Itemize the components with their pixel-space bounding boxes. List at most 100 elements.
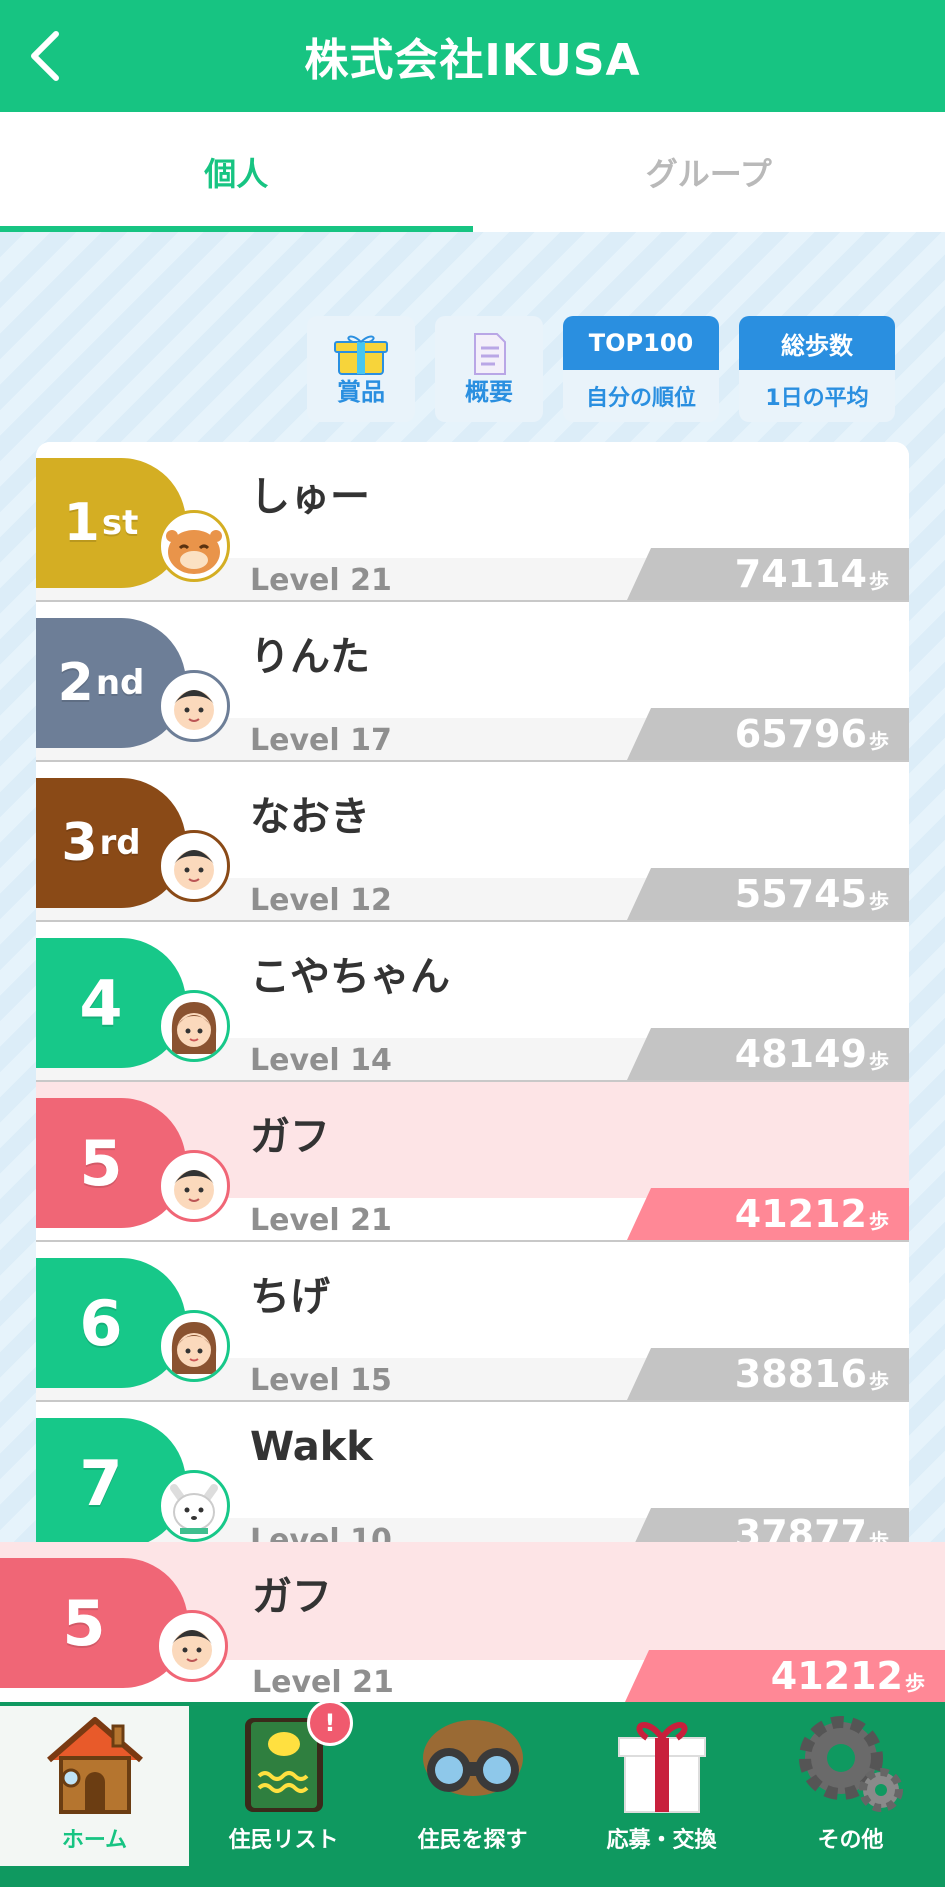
steps-unit: 歩 (869, 1208, 889, 1233)
action-button-row: 賞品 概要 TOP100 自分の順位 総歩数 1日の平均 (307, 316, 895, 422)
chevron-left-icon (31, 31, 59, 81)
steps-unit: 歩 (869, 1368, 889, 1393)
overview-button[interactable]: 概要 (435, 316, 543, 422)
avatar (158, 990, 230, 1062)
tab-group[interactable]: グループ (473, 112, 945, 232)
player-name: ちげ (250, 1274, 330, 1320)
steps-value: 74114 (734, 552, 867, 596)
nav-label: 応募・交換 (606, 1828, 717, 1853)
rank-number: 4 (79, 966, 123, 1040)
player-level: Level 10 (250, 1523, 392, 1542)
steps-value: 41212 (770, 1654, 903, 1698)
ranking-row-current-user[interactable]: 5 ガフ Level 21 41212 歩 (36, 1082, 909, 1242)
steps-value: 48149 (734, 1032, 867, 1076)
nav-label: 住民リスト (228, 1828, 339, 1853)
steps-value: 37877 (734, 1512, 867, 1542)
steps-unit: 歩 (869, 888, 889, 913)
total-steps-button[interactable]: 総歩数 1日の平均 (739, 316, 895, 422)
player-name: しゅー (250, 474, 370, 520)
nav-other[interactable]: その他 (756, 1706, 945, 1866)
rank-badge: 2nd (36, 618, 186, 748)
woman-face-icon (171, 1322, 217, 1374)
steps-unit: 歩 (869, 1528, 889, 1543)
ranking-row[interactable]: 2nd りんた Level 17 65796 歩 (36, 602, 909, 762)
avatar (156, 1610, 228, 1682)
rank-number: 3 (61, 813, 98, 873)
top100-button[interactable]: TOP100 自分の順位 (563, 316, 719, 422)
ranking-list[interactable]: 1st しゅー Level 21 74114 歩 2nd りんた Level 1… (36, 442, 909, 1542)
step-count: 37877 歩 (627, 1508, 909, 1542)
player-level: Level 15 (250, 1363, 392, 1398)
avatar (158, 1470, 230, 1542)
dog-face-icon (170, 1484, 218, 1534)
steps-value: 41212 (734, 1192, 867, 1236)
nav-resident-list[interactable]: ! 住民リスト (189, 1700, 378, 1866)
rank-number: 7 (79, 1446, 123, 1520)
back-button[interactable] (14, 26, 74, 86)
player-level: Level 21 (250, 563, 392, 598)
gift-box-icon (334, 335, 388, 375)
binoculars-icon (422, 1720, 523, 1796)
rank-badge: 6 (36, 1258, 186, 1388)
steps-value: 55745 (734, 872, 867, 916)
player-name: なおき (250, 794, 370, 840)
step-count: 55745 歩 (627, 868, 909, 920)
my-rank-label: 自分の順位 (585, 386, 696, 411)
ranking-row[interactable]: 3rd なおき Level 12 55745 歩 (36, 762, 909, 922)
gear-icon (798, 1716, 903, 1812)
bottom-navigation: ホーム ! 住民リスト 住民を探す 応募・交換 その他 (0, 1700, 945, 1887)
document-icon (474, 332, 506, 375)
avatar (158, 1310, 230, 1382)
ranking-row[interactable]: 4 こやちゃん Level 14 48149 歩 (36, 922, 909, 1082)
man-face-icon (174, 850, 214, 890)
player-name: りんた (250, 634, 370, 680)
page-title: 株式会社IKUSA (304, 35, 641, 86)
avatar (158, 830, 230, 902)
rank-number: 2 (57, 653, 94, 713)
player-name: ガフ (250, 1114, 330, 1160)
step-count: 65796 歩 (627, 708, 909, 760)
ranking-row[interactable]: 1st しゅー Level 21 74114 歩 (36, 442, 909, 602)
rank-suffix: nd (95, 663, 145, 703)
prizes-button[interactable]: 賞品 (307, 316, 415, 422)
rank-badge: 3rd (36, 778, 186, 908)
rank-number: 1 (63, 493, 100, 553)
tab-individual[interactable]: 個人 (0, 112, 473, 232)
tab-bar: 個人 グループ (0, 112, 945, 232)
step-count: 41212 歩 (625, 1650, 945, 1702)
otter-mascot-icon (166, 530, 222, 574)
my-rank-sticky-row[interactable]: 5 ガフ Level 21 41212 歩 (0, 1542, 945, 1702)
man-face-icon (174, 690, 214, 730)
avatar (158, 510, 230, 582)
rank-number: 5 (79, 1126, 123, 1200)
player-name: こやちゃん (250, 954, 450, 1000)
nav-find-resident[interactable]: 住民を探す (378, 1706, 567, 1866)
avatar (158, 670, 230, 742)
rank-badge: 5 (36, 1098, 186, 1228)
man-face-icon (172, 1630, 212, 1670)
nav-label: その他 (817, 1828, 884, 1853)
step-count: 48149 歩 (627, 1028, 909, 1080)
steps-value: 65796 (734, 712, 867, 756)
player-level: Level 21 (250, 1203, 392, 1238)
total-steps-label: 総歩数 (739, 316, 895, 370)
player-name: ガフ (252, 1574, 332, 1620)
nav-home[interactable]: ホーム (0, 1706, 189, 1866)
overview-label: 概要 (465, 377, 513, 406)
top100-label: TOP100 (563, 316, 719, 370)
rank-suffix: st (101, 503, 139, 543)
player-level: Level 12 (250, 883, 392, 918)
app-header: 株式会社IKUSA (0, 0, 945, 112)
gift-icon (617, 1722, 706, 1813)
rank-badge: 1st (36, 458, 186, 588)
nav-apply-exchange[interactable]: 応募・交換 (567, 1706, 756, 1866)
rank-number: 5 (62, 1586, 106, 1660)
steps-unit: 歩 (869, 1048, 889, 1073)
nav-label: ホーム (61, 1828, 128, 1853)
daily-average-label: 1日の平均 (765, 386, 869, 411)
steps-unit: 歩 (905, 1670, 925, 1695)
prizes-label: 賞品 (337, 377, 385, 406)
rank-number: 6 (79, 1286, 123, 1360)
ranking-row[interactable]: 7 Wakk Level 10 37877 歩 (36, 1402, 909, 1542)
ranking-row[interactable]: 6 ちげ Level 15 38816 歩 (36, 1242, 909, 1402)
